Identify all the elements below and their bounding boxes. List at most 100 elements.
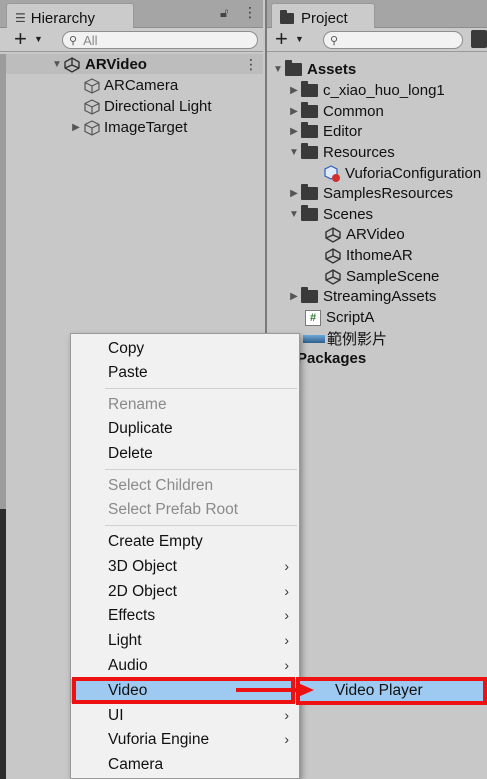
menu-item-2d-object[interactable]: 2D Object ›	[71, 580, 299, 604]
hierarchy-item-imagetarget[interactable]: ▶ ImageTarget	[68, 117, 187, 138]
expand-arrow-icon[interactable]: ▼	[287, 209, 301, 220]
menu-item-label: Paste	[108, 364, 148, 381]
hierarchy-item-label: Directional Light	[104, 98, 212, 115]
menu-item-light[interactable]: Light ›	[71, 629, 299, 653]
project-item-label: Editor	[323, 123, 363, 140]
project-item-folder[interactable]: ▶ c_xiao_huo_long1	[287, 80, 445, 101]
menu-item-label: Duplicate	[108, 420, 173, 437]
folder-icon	[301, 81, 318, 97]
scene-more-icon[interactable]: ⋮	[244, 56, 258, 73]
project-item-label: SamplesResources	[323, 185, 454, 202]
menu-item-vuforia-engine[interactable]: Vuforia Engine ›	[71, 728, 299, 752]
project-item-packages[interactable]: Packages	[297, 348, 366, 369]
project-item-label: Assets	[307, 61, 357, 78]
menu-item-label: Delete	[108, 445, 153, 462]
menu-item-create-empty[interactable]: Create Empty	[71, 530, 299, 554]
collapsed-arrow-icon[interactable]: ▶	[287, 188, 301, 199]
hierarchy-item-arcamera[interactable]: ARCamera	[84, 75, 178, 96]
hierarchy-search-input[interactable]: ⚲ All	[62, 31, 258, 49]
menu-item-3d-object[interactable]: 3D Object ›	[71, 555, 299, 579]
folder-icon	[301, 184, 318, 200]
expand-arrow-icon[interactable]: ▼	[271, 64, 285, 75]
project-item-label: Scenes	[323, 206, 374, 223]
tab-project-label: Project	[301, 9, 348, 27]
folder-icon	[301, 102, 318, 118]
project-item-video[interactable]: 範例影片	[303, 328, 387, 349]
lock-icon[interactable]: 🔓︎	[220, 5, 228, 21]
chevron-right-icon: ›	[284, 632, 289, 648]
folder-icon	[301, 122, 318, 138]
menu-item-label: Camera	[108, 756, 164, 773]
menu-item-camera[interactable]: Camera	[71, 753, 299, 777]
menu-item-label: Select Prefab Root	[108, 501, 239, 518]
tab-hierarchy-label: Hierarchy	[30, 9, 95, 27]
project-item-label: c_xiao_huo_long1	[323, 82, 445, 99]
project-tabbar: Project	[267, 0, 487, 29]
menu-item-label: 2D Object	[108, 583, 177, 600]
add-dropdown-icon[interactable]: ▼	[295, 34, 304, 44]
project-item-script[interactable]: # ScriptA	[305, 307, 374, 328]
add-dropdown-icon[interactable]: ▼	[34, 34, 43, 44]
search-icon: ⚲	[69, 34, 78, 47]
project-item-label: Packages	[297, 350, 367, 367]
menu-item-duplicate[interactable]: Duplicate	[71, 417, 299, 441]
add-icon[interactable]: +	[14, 28, 27, 50]
list-icon: ☰	[15, 11, 26, 25]
unity-scene-icon	[325, 268, 341, 285]
gameobject-cube-icon	[84, 77, 100, 94]
project-item-folder[interactable]: ▶ Common	[287, 101, 384, 122]
context-menu: Copy Paste Rename Duplicate Delete Selec…	[70, 333, 300, 779]
filter-icon[interactable]	[471, 30, 487, 48]
menu-separator	[105, 525, 297, 526]
chevron-right-icon: ›	[284, 558, 289, 574]
scene-root-item[interactable]: ▼ ARVideo	[50, 54, 147, 75]
hierarchy-item-directional-light[interactable]: Directional Light	[84, 96, 212, 117]
collapsed-arrow-icon[interactable]: ▶	[287, 85, 301, 96]
menu-item-rename: Rename	[71, 393, 299, 417]
collapsed-arrow-icon[interactable]: ▶	[287, 106, 301, 117]
menu-item-label: Vuforia Engine	[108, 731, 210, 748]
menu-item-audio[interactable]: Audio ›	[71, 654, 299, 678]
menu-item-delete[interactable]: Delete	[71, 442, 299, 466]
project-item-label: 範例影片	[327, 331, 388, 348]
project-item-scene[interactable]: ARVideo	[325, 224, 405, 245]
project-item-assets[interactable]: ▼ Assets	[271, 59, 356, 80]
project-item-label: Resources	[323, 144, 395, 161]
menu-item-paste[interactable]: Paste	[71, 361, 299, 385]
expand-arrow-icon[interactable]: ▼	[287, 147, 301, 158]
project-item-asset[interactable]: VuforiaConfiguration	[323, 163, 481, 184]
menu-item-ui[interactable]: UI ›	[71, 704, 299, 728]
project-search-input[interactable]: ⚲	[323, 31, 463, 49]
more-menu-icon[interactable]: ⋮	[243, 4, 257, 21]
project-item-scene[interactable]: SampleScene	[325, 266, 439, 287]
folder-icon	[280, 9, 294, 24]
menu-item-copy[interactable]: Copy	[71, 337, 299, 361]
chevron-right-icon: ›	[284, 657, 289, 673]
collapsed-arrow-icon[interactable]: ▶	[287, 291, 301, 302]
search-placeholder: All	[83, 32, 98, 48]
project-item-folder[interactable]: ▶ StreamingAssets	[287, 286, 436, 307]
folder-open-icon	[285, 60, 302, 76]
project-item-label: SampleScene	[346, 268, 440, 285]
left-edge-strip	[0, 54, 6, 509]
menu-item-effects[interactable]: Effects ›	[71, 604, 299, 628]
hierarchy-item-label: ARCamera	[104, 77, 179, 94]
csharp-script-icon: #	[305, 309, 321, 326]
folder-icon	[301, 287, 318, 303]
project-item-folder[interactable]: ▼ Scenes	[287, 204, 373, 225]
annotation-box-video-player	[296, 677, 487, 705]
project-item-folder[interactable]: ▼ Resources	[287, 142, 395, 163]
menu-separator	[105, 388, 297, 389]
expand-arrow-icon[interactable]: ▼	[50, 59, 64, 70]
project-item-folder[interactable]: ▶ SamplesResources	[287, 183, 453, 204]
add-icon[interactable]: +	[275, 28, 288, 50]
collapsed-arrow-icon[interactable]: ▶	[68, 122, 84, 133]
gameobject-cube-icon	[84, 98, 100, 115]
annotation-arrow-icon	[236, 683, 314, 697]
search-icon: ⚲	[330, 34, 339, 47]
project-item-folder[interactable]: ▶ Editor	[287, 121, 362, 142]
project-item-scene[interactable]: IthomeAR	[325, 245, 413, 266]
collapsed-arrow-icon[interactable]: ▶	[287, 126, 301, 137]
scene-root-label: ARVideo	[85, 56, 147, 73]
menu-item-label: Audio	[108, 657, 148, 674]
